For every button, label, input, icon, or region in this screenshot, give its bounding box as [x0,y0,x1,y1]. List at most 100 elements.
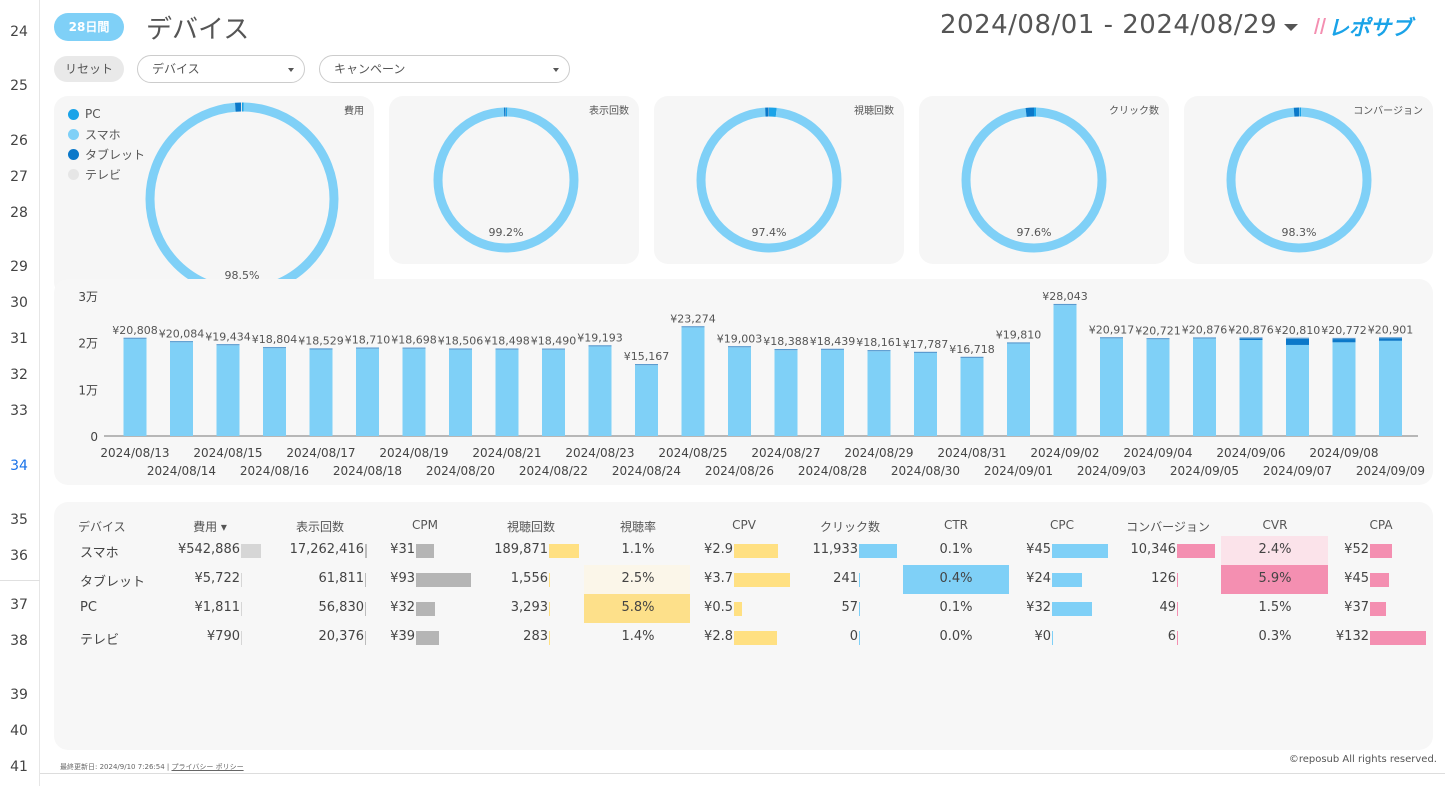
row-number[interactable]: 24 [0,24,38,40]
table-header[interactable]: コンバージョン [1108,518,1228,535]
table-header[interactable]: CVR [1215,518,1335,532]
row-number[interactable]: 34 [0,452,38,482]
row-number[interactable]: 29 [0,259,38,275]
table-cell-cost: ¥1,811 [194,600,241,615]
table-databar [859,602,860,616]
table-cell-views: 189,871 [494,542,548,557]
table-header[interactable]: 表示回数 [260,518,380,535]
table-header[interactable]: 費用 ▾ [150,518,270,535]
legend-item[interactable]: タブレット [68,144,145,164]
table-cell-views: 283 [523,629,548,644]
row-number[interactable]: 33 [0,403,38,419]
legend-item[interactable]: スマホ [68,124,145,144]
table-cell-cpa: ¥52 [1344,542,1369,557]
table-databar [241,573,242,587]
table-header[interactable]: CPM [365,518,485,532]
device-table-card: デバイス 費用 ▾ 表示回数 CPM 視聴回数 視聴率 CPV クリック数 CTR CPC コンバー… [54,502,1433,750]
table-cell-cpa: ¥45 [1344,571,1369,586]
row-gutter: 24 25 26 27 28 29 30 31 32 33 34 35 36 37 38 39 40 41 [0,0,40,786]
table-cell-device[interactable]: テレビ [80,629,119,648]
donut-percent-label: 98.3% [1281,226,1317,239]
donut-segment[interactable] [145,102,339,296]
row-number[interactable]: 35 [0,512,38,528]
row-number[interactable]: 37 [0,597,38,613]
donut-percent-label: 97.4% [751,226,787,239]
table-databar [859,573,860,587]
donut-card-title: 視聴回数 [854,106,894,117]
period-pill[interactable]: 28日間 [54,13,124,41]
table-databar [1370,573,1390,587]
row-number[interactable]: 31 [0,331,38,347]
table-header[interactable]: CTR [896,518,1016,532]
table-cell-views: 1,556 [510,571,548,586]
table-databar [241,602,242,616]
date-range-picker[interactable]: 2024/08/01 - 2024/08/29 [940,10,1277,40]
date-dropdown-caret-icon[interactable] [1284,24,1298,31]
legend-label: テレビ [85,167,122,182]
bottom-divider [40,773,1445,774]
copyright-text: ©reposub All rights reserved. [1288,754,1437,765]
privacy-policy-link[interactable]: プライバシー ポリシー [172,763,244,771]
table-header[interactable]: CPV [684,518,804,532]
legend-label: PC [85,107,101,121]
legend-item[interactable]: テレビ [68,164,145,184]
legend-item[interactable]: PC [68,104,145,124]
reposub-logo: レポサブ [1314,16,1416,40]
row-number[interactable]: 27 [0,169,38,185]
donut-card-title: 表示回数 [589,106,629,117]
table-databar [1370,602,1386,616]
table-cell-device[interactable]: スマホ [80,542,119,561]
table-databar [1177,631,1178,645]
table-header[interactable]: CPA [1321,518,1441,532]
row-number[interactable]: 38 [0,633,38,649]
row-number[interactable]: 32 [0,367,38,383]
dashboard-page: 24 25 26 27 28 29 30 31 32 33 34 35 36 37 38 39 40 41 28日… [0,0,1445,786]
table-databar [549,544,579,558]
reset-button[interactable]: リセット [54,56,124,82]
table-cell-cpm: ¥93 [390,571,415,586]
legend-label: タブレット [85,147,146,162]
table-databar [1177,602,1178,616]
donut-card-title: クリック数 [1109,106,1159,117]
table-cell-cost: ¥542,886 [177,542,240,557]
table-cell-clicks: 241 [833,571,858,586]
table-header[interactable]: 視聴率 [578,518,698,535]
table-cell-cost: ¥790 [206,629,240,644]
donut-card-title: 費用 [344,106,364,117]
row-number[interactable]: 26 [0,133,38,149]
row-number[interactable]: 39 [0,687,38,703]
donut-percent-label: 97.6% [1016,226,1052,239]
table-cell-cpc: ¥45 [1026,542,1051,557]
table-databar [859,631,860,645]
table-databar [549,631,550,645]
row-number[interactable]: 36 [0,548,38,564]
table-cell-cv: 49 [1159,600,1176,615]
device-filter-label: デバイス [152,62,200,76]
row-number[interactable]: 28 [0,205,38,221]
table-cell-clicks: 0 [849,629,858,644]
campaign-filter-select[interactable]: キャンペーン [319,55,570,83]
table-cell-cpv: ¥0.5 [704,600,733,615]
table-header[interactable]: クリック数 [790,518,910,535]
campaign-filter-label: キャンペーン [334,62,406,76]
table-header[interactable]: CPC [1002,518,1122,532]
device-filter-select[interactable]: デバイス [137,55,305,83]
row-number[interactable]: 41 [0,759,38,775]
table-header[interactable]: 視聴回数 [471,518,591,535]
table-cell-device[interactable]: PC [80,600,97,615]
page-title: デバイス [146,15,250,45]
row-number[interactable]: 25 [0,78,38,94]
row-number[interactable]: 30 [0,295,38,311]
chevron-down-icon [553,68,559,72]
table-header[interactable]: デバイス [78,518,158,535]
table-cell-cpv: ¥3.7 [704,571,733,586]
table-databar [549,573,550,587]
table-cell-cpm: ¥31 [390,542,415,557]
row-number[interactable]: 40 [0,723,38,739]
table-cell-cpc: ¥0 [1034,629,1051,644]
table-cell-cpv: ¥2.9 [704,542,733,557]
chevron-down-icon [288,68,294,72]
legend-swatch [68,168,79,180]
legend-swatch [68,148,79,160]
legend-swatch [68,128,79,140]
